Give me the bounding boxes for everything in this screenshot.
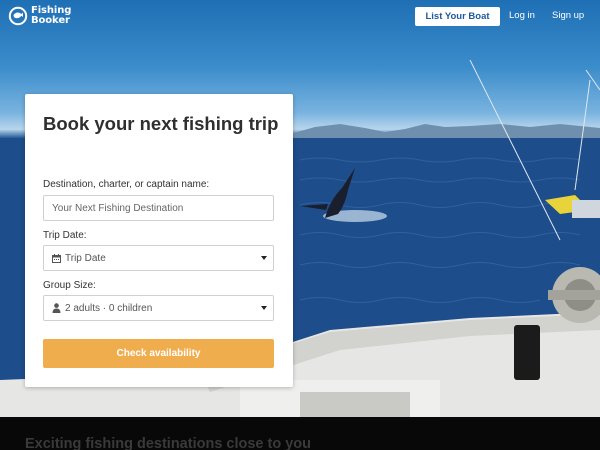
- destination-input[interactable]: Your Next Fishing Destination: [43, 195, 274, 221]
- check-availability-button[interactable]: Check availability: [43, 339, 274, 368]
- group-size-label: Group Size:: [43, 280, 96, 291]
- booking-title: Book your next fishing trip: [43, 113, 279, 134]
- destination-label: Destination, charter, or captain name:: [43, 179, 210, 190]
- rod-holder: [514, 325, 540, 380]
- login-link[interactable]: Log in: [509, 10, 535, 21]
- chevron-down-icon: [261, 256, 267, 260]
- section-heading: Exciting fishing destinations close to y…: [25, 436, 312, 450]
- fish-hook-logo-icon: [8, 6, 28, 26]
- trip-date-value: Trip Date: [65, 252, 106, 264]
- destinations-section: Exciting fishing destinations close to y…: [0, 417, 600, 450]
- top-navigation: Fishing Booker List Your Boat Log in Sig…: [0, 0, 600, 34]
- calendar-icon: [51, 253, 61, 263]
- brand-name-line2: Booker: [31, 15, 70, 26]
- distant-mountains: [290, 124, 600, 140]
- signup-link[interactable]: Sign up: [552, 10, 584, 21]
- brand-logo[interactable]: Fishing Booker: [8, 6, 71, 26]
- group-size-select[interactable]: 2 adults · 0 children: [43, 295, 274, 321]
- person-icon: [51, 303, 61, 313]
- destination-placeholder: Your Next Fishing Destination: [52, 202, 184, 214]
- brand-name: Fishing Booker: [31, 6, 71, 26]
- chevron-down-icon: [261, 306, 267, 310]
- booking-card: Book your next fishing trip Destination,…: [25, 94, 293, 387]
- trip-date-label: Trip Date:: [43, 230, 87, 241]
- list-your-boat-button[interactable]: List Your Boat: [415, 7, 500, 26]
- group-size-value: 2 adults · 0 children: [65, 302, 153, 314]
- trip-date-select[interactable]: Trip Date: [43, 245, 274, 271]
